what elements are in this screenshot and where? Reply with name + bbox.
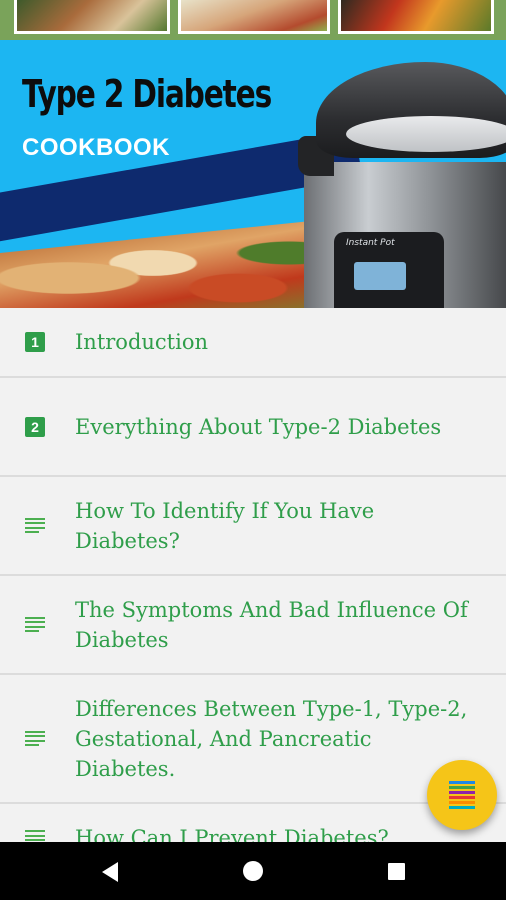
list-lines-icon [25,516,45,536]
chapter-title: How To Identify If You Have Diabetes? [75,498,375,553]
list-lines-icon [25,729,45,749]
system-nav-bar [0,842,506,900]
food-photo [178,0,330,34]
menu-fab-button[interactable] [427,760,497,830]
chapter-title: Differences Between Type-1, Type-2, Gest… [75,696,468,781]
recent-apps-icon [388,863,405,880]
home-icon [243,861,263,881]
food-photo-strip [0,0,506,40]
cover-subtitle: COOKBOOK [22,134,170,161]
chapter-item[interactable]: How To Identify If You Have Diabetes? [0,477,506,576]
chapter-list: 1 Introduction 2 Everything About Type-2… [0,308,506,842]
food-photo [14,0,170,34]
chapter-title: Introduction [75,330,208,354]
recent-apps-button[interactable] [366,842,426,900]
chapter-title: Everything About Type-2 Diabetes [75,414,442,439]
back-icon [102,862,118,882]
cooker-brand-logo: Instant Pot [346,238,395,248]
chapter-item[interactable]: 1 Introduction [0,308,506,378]
number-1-icon: 1 [25,332,45,352]
home-button[interactable] [223,842,283,900]
chapter-item[interactable]: The Symptoms And Bad Influence Of Diabet… [0,576,506,675]
cover-banner: Type 2 Diabetes COOKBOOK Instant Pot [0,0,506,308]
list-lines-icon [25,615,45,635]
chapter-item[interactable]: 2 Everything About Type-2 Diabetes [0,378,506,477]
chapter-title: How Can I Prevent Diabetes? [75,826,389,842]
colored-menu-icon [449,781,475,809]
back-button[interactable] [80,842,140,900]
cooker-display [354,262,406,290]
chapter-title: The Symptoms And Bad Influence Of Diabet… [75,597,468,652]
food-photo [338,0,494,34]
number-2-icon: 2 [25,416,45,437]
list-lines-icon [25,828,45,842]
cover-title: Type 2 Diabetes [22,72,272,116]
